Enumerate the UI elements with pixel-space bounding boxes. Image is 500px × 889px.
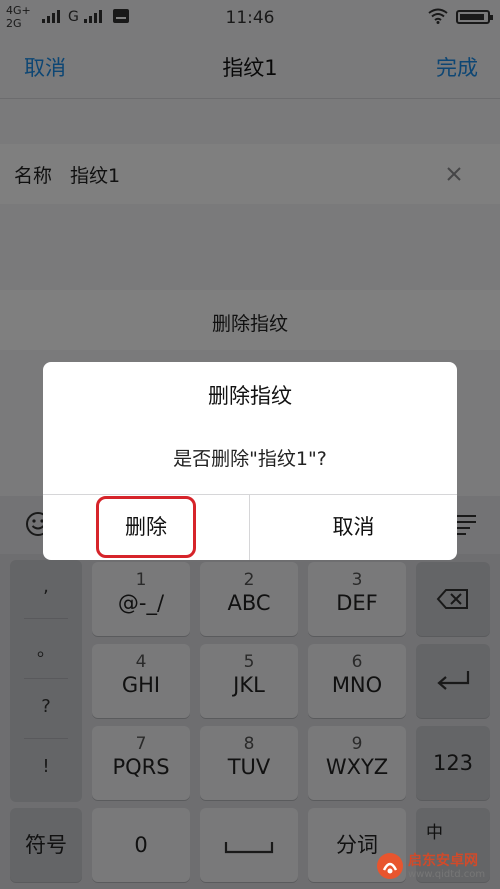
dialog-title: 删除指纹 [208, 384, 292, 408]
watermark: 启东安卓网 www.qidtd.com [376, 850, 500, 884]
screen: 4G+ 2G G 11:46 取消 指纹1 完成 名称 指纹1 [0, 0, 500, 889]
watermark-url: www.qidtd.com [408, 869, 486, 880]
delete-highlight-box [96, 496, 196, 558]
dialog-cancel-button[interactable]: 取消 [250, 495, 457, 560]
dialog-message: 是否删除"指纹1"? [173, 448, 327, 470]
watermark-name: 启东安卓网 [408, 853, 478, 869]
watermark-logo-icon [377, 853, 403, 879]
